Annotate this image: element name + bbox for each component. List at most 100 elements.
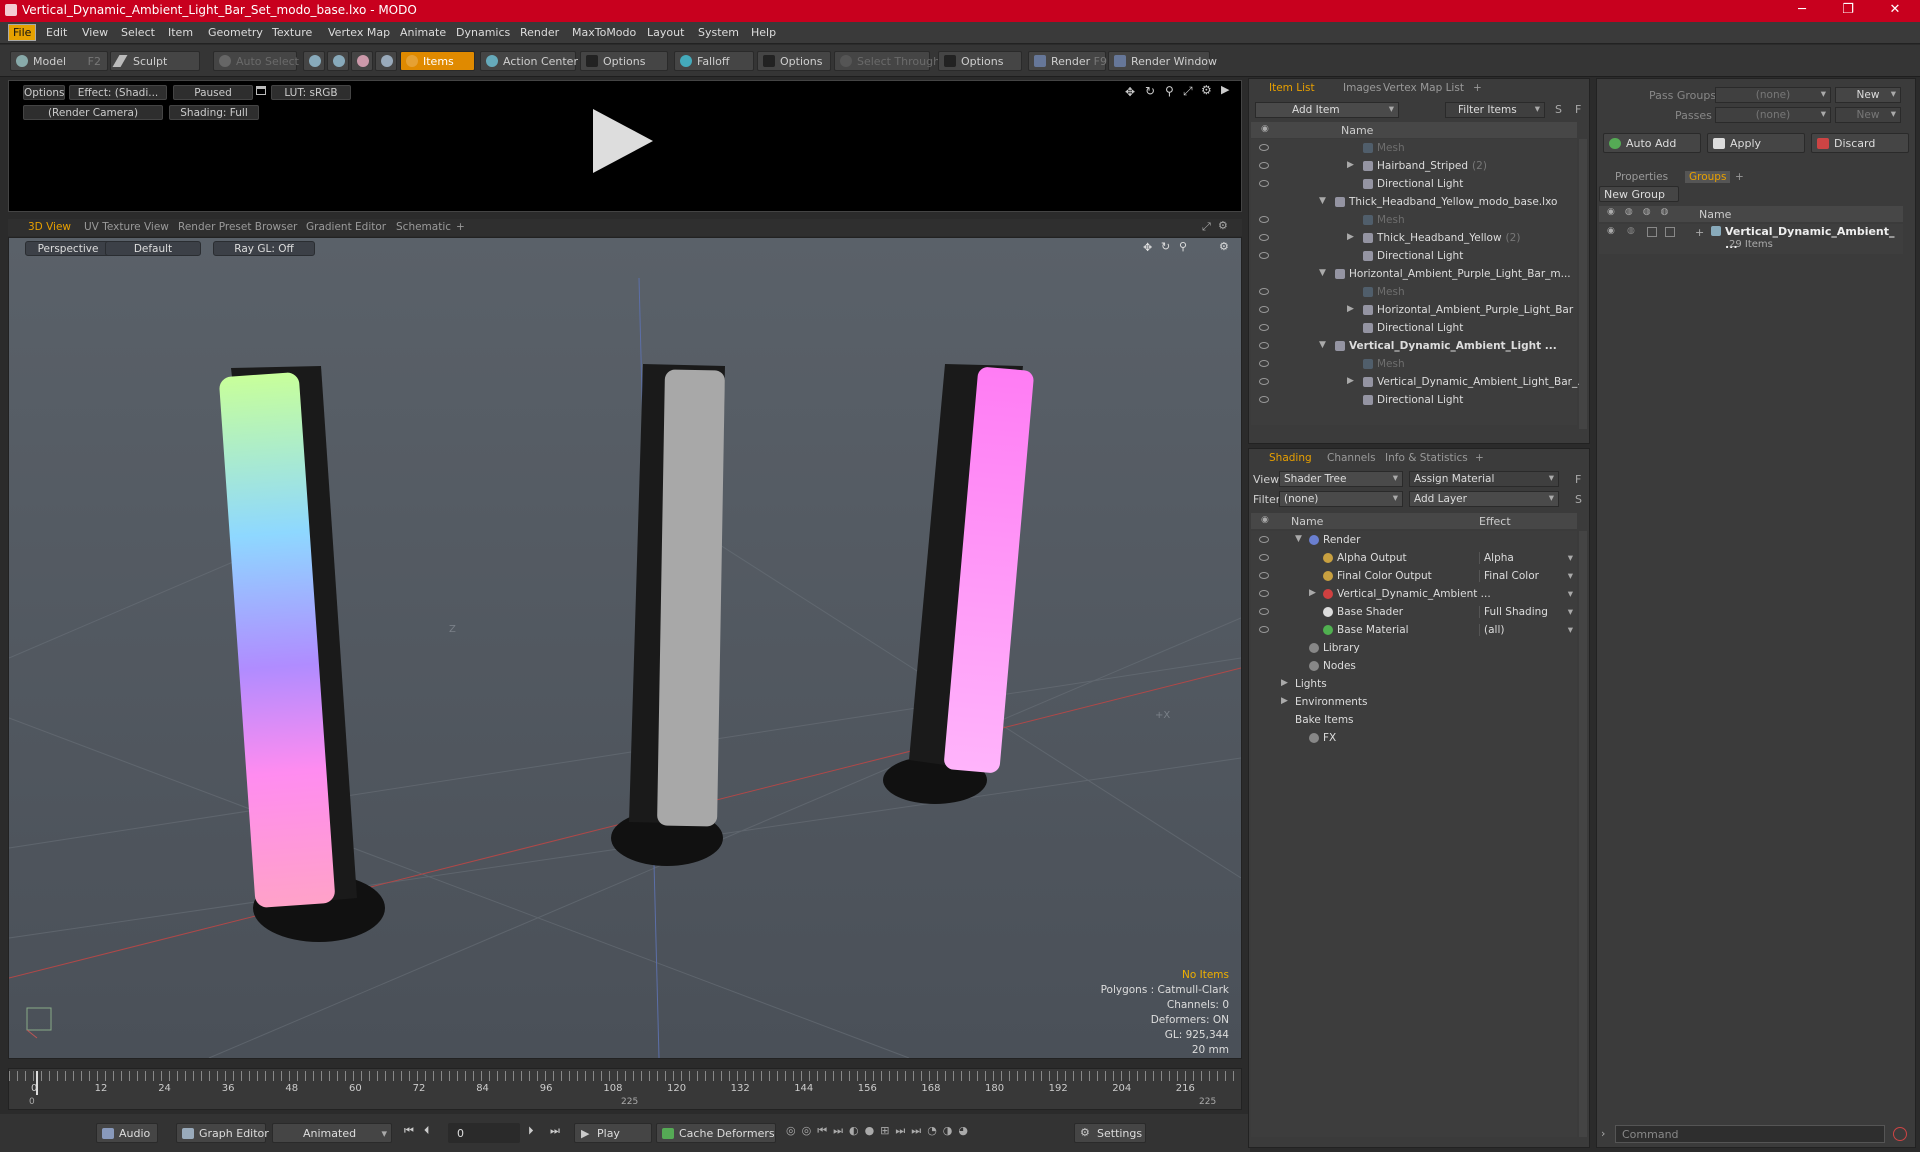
effect-dropdown[interactable]: (all) ▾ [1479,624,1575,636]
shader-tree-dropdown[interactable]: Shader Tree [1279,471,1403,487]
eye-icon[interactable] [1259,216,1269,223]
tab-info-statistics[interactable]: Info & Statistics [1385,452,1468,464]
menu-system[interactable]: System [698,26,739,39]
shader-tree-row[interactable]: Alpha Output Alpha ▾ [1251,549,1577,567]
animated-dropdown[interactable]: Animated ▾ [272,1123,392,1143]
sculpt-mode-button[interactable]: Sculpt [110,51,200,71]
action-center-options-button[interactable]: Options [580,51,668,71]
menu-vertex-map[interactable]: Vertex Map [328,26,390,39]
command-field[interactable]: Command [1615,1125,1885,1143]
chevron-right-icon[interactable]: ▶ [1347,376,1354,386]
passes-dropdown[interactable]: (none) [1715,107,1831,123]
effect-dropdown[interactable]: Final Color ▾ [1479,570,1575,582]
eye-icon[interactable] [1259,288,1269,295]
menu-texture[interactable]: Texture [272,26,312,39]
item-list-row[interactable]: Mesh [1251,139,1577,157]
filter-items-field[interactable]: Filter Items [1445,102,1545,118]
eye-icon[interactable] [1259,162,1269,169]
minimize-icon[interactable]: ─ [1787,2,1817,17]
tab-groups[interactable]: Groups [1685,171,1731,183]
shader-tree-row[interactable]: ▶ Environments [1251,693,1577,711]
expand-icon[interactable]: ⤢ [1202,220,1211,234]
menu-select[interactable]: Select [121,26,155,39]
step-forward-icon[interactable]: ⏵ [528,1124,534,1138]
eye-icon[interactable] [1259,572,1269,579]
menu-animate[interactable]: Animate [400,26,446,39]
menu-dynamics[interactable]: Dynamics [456,26,510,39]
eye-icon[interactable] [1259,590,1269,597]
skip-end-icon[interactable]: ⏭ [550,1124,560,1138]
eye-icon[interactable] [1259,554,1269,561]
item-list-row[interactable]: ▶ Hairband_Striped (2) [1251,157,1577,175]
add-panel-tab[interactable]: + [1473,82,1482,94]
auto-select-button[interactable]: Auto Select [213,51,299,71]
eye-icon[interactable] [1259,378,1269,385]
new-group-button[interactable]: New Group [1599,186,1679,202]
select-through-button[interactable]: Select Through [834,51,940,71]
polygons-select-button[interactable] [351,51,373,71]
tab-vertex-map-list[interactable]: Vertex Map List [1383,82,1464,94]
add-item-dropdown[interactable]: Add Item [1255,102,1399,118]
menu-file[interactable]: File [8,24,37,41]
command-history-icon[interactable] [1893,1127,1907,1141]
preview-paused-button[interactable]: Paused [173,85,253,100]
shading-s-button[interactable]: S [1575,493,1582,506]
item-list-scrollbar[interactable] [1579,139,1587,429]
preview-options-button[interactable]: Options [23,85,65,100]
menu-maxtomodo[interactable]: MaxToModo [572,26,636,39]
auto-add-button[interactable]: Auto Add [1603,133,1701,153]
eye-icon[interactable] [1259,342,1269,349]
tab-3d-view[interactable]: 3D View [28,221,71,233]
tab-render-preset-browser[interactable]: Render Preset Browser [178,221,297,233]
group-render-icon[interactable]: ◍ [1627,226,1635,236]
shading-f-button[interactable]: F [1575,473,1581,486]
group-expand-icon[interactable]: + [1695,226,1704,239]
shading-filter-dropdown[interactable]: (none) [1279,491,1403,507]
eye-icon[interactable] [1259,180,1269,187]
tab-properties[interactable]: Properties [1615,171,1668,183]
zoom-icon[interactable]: ⚲ [1165,84,1174,98]
eye-icon[interactable] [1259,252,1269,259]
edges-select-button[interactable] [327,51,349,71]
menu-layout[interactable]: Layout [647,26,684,39]
effect-dropdown[interactable]: Full Shading ▾ [1479,606,1575,618]
shader-tree-row[interactable]: ▶ Vertical_Dynamic_Ambient ... ▾ [1251,585,1577,603]
chevron-down-icon[interactable]: ▼ [1319,196,1326,206]
arrow-right-icon[interactable]: ▶ [1221,83,1229,96]
model-mode-button[interactable]: Model F2 [10,51,108,71]
item-list-row[interactable]: Directional Light [1251,391,1577,409]
shader-tree-row[interactable]: ▼ Render [1251,531,1577,549]
falloff-button[interactable]: Falloff [674,51,754,71]
group-row[interactable]: ◉ ◍ + Vertical_Dynamic_Ambient_ ... 29 I… [1599,224,1903,254]
item-list-row[interactable]: ▶ Vertical_Dynamic_Ambient_Light_Bar_... [1251,373,1587,391]
add-tab-button[interactable]: + [456,221,465,233]
passes-new-button[interactable]: New [1835,107,1901,123]
item-list-row[interactable]: ▼ Thick_Headband_Yellow_modo_base.lxo [1251,193,1577,211]
tab-shading[interactable]: Shading [1269,452,1312,464]
menu-render[interactable]: Render [520,26,559,39]
maximize-icon[interactable]: ⤢ [1183,84,1193,99]
eye-icon[interactable] [1259,608,1269,615]
item-list-row[interactable]: Mesh [1251,211,1577,229]
tab-uv-texture-view[interactable]: UV Texture View [84,221,169,233]
menu-help[interactable]: Help [751,26,776,39]
items-mode-button[interactable]: Items [400,51,475,71]
item-list-row[interactable]: ▼ Vertical_Dynamic_Ambient_Light ... [1251,337,1577,355]
playhead[interactable] [36,1071,38,1095]
item-list-row[interactable]: Directional Light [1251,247,1577,265]
chevron-right-icon[interactable]: ▶ [1281,678,1288,688]
shader-tree-row[interactable]: ▶ Lights [1251,675,1577,693]
chevron-down-icon[interactable]: ▼ [1319,268,1326,278]
cache-deformers-button[interactable]: Cache Deformers [656,1123,776,1143]
shader-tree-row[interactable]: Base Material (all) ▾ [1251,621,1577,639]
tab-gradient-editor[interactable]: Gradient Editor [306,221,386,233]
add-shading-tab[interactable]: + [1475,452,1484,464]
chevron-right-icon[interactable]: ▶ [1309,588,1316,598]
effect-dropdown[interactable]: Alpha ▾ [1479,552,1575,564]
chevron-right-icon[interactable]: ▶ [1347,304,1354,314]
group-visibility-icon[interactable]: ◉ [1607,226,1615,236]
shader-tree-row[interactable]: FX [1251,729,1577,747]
tab-item-list[interactable]: Item List [1269,82,1315,94]
chevron-right-icon[interactable]: ▶ [1347,232,1354,242]
apply-button[interactable]: Apply [1707,133,1805,153]
